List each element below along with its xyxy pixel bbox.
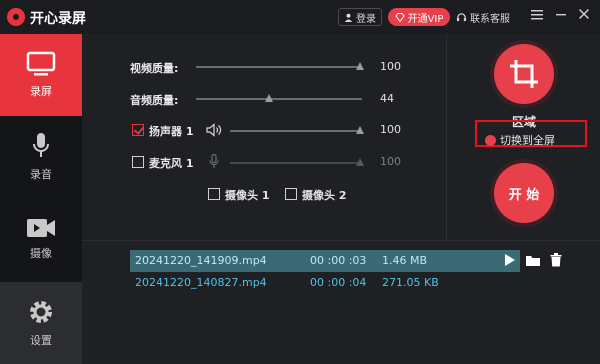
switch-fullscreen-button[interactable]: 切换到全屏 [485,132,555,148]
speaker-volume-value: 100 [380,123,401,136]
close-icon[interactable] [575,7,593,25]
slider-thumb[interactable] [356,158,364,166]
microphone-small-icon [209,154,219,168]
speaker-checkbox[interactable] [132,124,144,136]
diamond-icon [394,12,405,22]
speaker-icon [206,123,222,137]
audio-quality-label: 音频质量: [130,94,179,107]
file-duration: 00 :00 :03 [310,254,367,267]
crop-icon [510,60,538,88]
microphone-label: 麦克风 1 [149,157,194,170]
trash-icon[interactable] [550,253,562,267]
camera-2-checkbox[interactable] [285,188,297,200]
play-icon[interactable] [504,253,516,267]
camera-1-label: 摄像头 1 [225,189,270,202]
headset-icon [456,12,467,21]
user-icon [344,13,353,22]
minimize-icon[interactable] [552,7,570,25]
file-name: 20241220_140827.mp4 [135,276,267,289]
app-logo-icon [7,8,25,26]
folder-icon[interactable] [525,254,541,267]
table-row[interactable]: 20241220_141909.mp4 00 :00 :03 1.46 MB [130,250,562,272]
recordings-list: 20241220_141909.mp4 00 :00 :03 1.46 MB 2… [82,240,600,364]
video-quality-value: 100 [380,60,401,73]
start-button[interactable]: 开 始 [494,163,554,223]
gear-icon [30,301,52,323]
microphone-volume-slider[interactable] [230,158,364,166]
video-quality-slider[interactable] [196,62,364,70]
microphone-volume-value: 100 [380,155,401,168]
sidebar-item-record-screen[interactable]: 录屏 [0,34,82,116]
sidebar-item-label: 录音 [30,168,52,181]
file-size: 1.46 MB [382,254,428,267]
sidebar-item-record-audio[interactable]: 录音 [0,116,82,198]
speaker-volume-slider[interactable] [230,126,364,134]
sidebar: 录屏 录音 摄像 设置 [0,34,82,364]
area-select-button[interactable] [494,44,554,104]
speaker-label: 扬声器 1 [149,125,194,138]
microphone-checkbox[interactable] [132,156,144,168]
sidebar-item-settings[interactable]: 设置 [0,282,82,364]
title-bar: 开心录屏 登录 开通VIP 联系客服 [0,0,600,34]
audio-quality-slider[interactable] [196,94,362,102]
monitor-icon [26,51,56,76]
audio-quality-value: 44 [380,92,394,105]
microphone-icon [33,133,49,157]
camera-2-label: 摄像头 2 [302,189,347,202]
menu-icon[interactable] [528,7,546,25]
sidebar-item-label: 录屏 [30,85,52,98]
login-button[interactable]: 登录 [338,8,382,26]
swap-icon [485,134,496,146]
sidebar-item-label: 设置 [30,334,52,347]
file-duration: 00 :00 :04 [310,276,367,289]
login-label: 登录 [356,13,376,25]
camera-1-checkbox[interactable] [208,188,220,200]
capture-settings-panel: 视频质量: 100 音频质量: 44 扬声器 1 100 麦克风 1 100 摄… [82,34,446,240]
video-quality-label: 视频质量: [130,62,179,75]
sidebar-item-label: 摄像 [30,247,52,260]
camera-icon [27,219,55,237]
file-size: 271.05 KB [382,276,439,289]
vip-label: 开通VIP [407,13,444,25]
vip-button[interactable]: 开通VIP [388,8,450,26]
slider-thumb[interactable] [356,62,364,70]
row-actions [504,253,562,267]
capture-panel: 区域 切换到全屏 开 始 [446,34,600,240]
slider-thumb[interactable] [265,94,273,102]
file-name: 20241220_141909.mp4 [135,254,267,267]
sidebar-item-camera[interactable]: 摄像 [0,198,82,280]
support-label: 联系客服 [470,13,510,25]
table-row[interactable]: 20241220_140827.mp4 00 :00 :04 271.05 KB [130,272,520,294]
slider-thumb[interactable] [356,126,364,134]
app-title: 开心录屏 [30,11,86,27]
support-button[interactable]: 联系客服 [456,8,510,26]
switch-fullscreen-label: 切换到全屏 [500,134,555,147]
